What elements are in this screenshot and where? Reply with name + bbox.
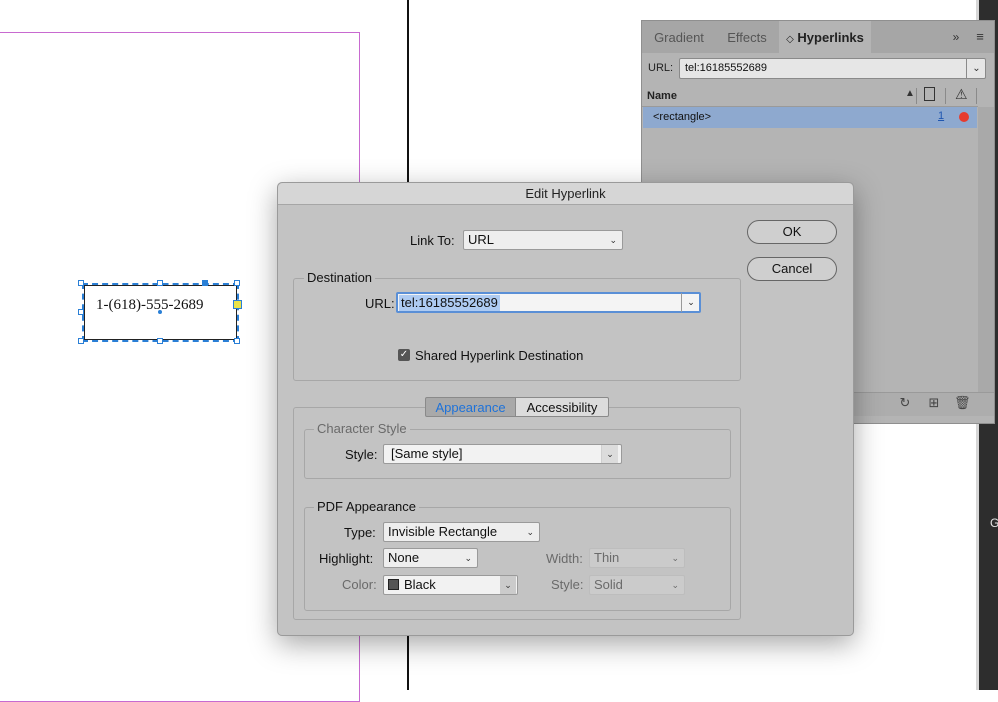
link-to-value: URL [468, 232, 495, 247]
frame-handle-left[interactable] [78, 309, 84, 315]
border-style-value: Solid [594, 577, 623, 592]
highlight-select[interactable]: None ⌄ [383, 548, 478, 568]
style-label: Style: [345, 447, 378, 462]
type-value: Invisible Rectangle [388, 524, 498, 539]
expand-panel-icon[interactable]: » [947, 28, 965, 46]
cancel-button[interactable]: Cancel [747, 257, 837, 281]
text-frame-out-port[interactable] [233, 300, 242, 309]
chevron-down-icon[interactable]: ⌄ [966, 58, 986, 79]
tab-hyperlinks-label: Hyperlinks [797, 30, 864, 45]
chevron-down-icon[interactable]: ⌄ [681, 293, 700, 312]
dialog-title: Edit Hyperlink [525, 186, 606, 201]
hyperlink-status-dot-icon [959, 112, 969, 122]
tab-accessibility[interactable]: Accessibility [515, 397, 609, 417]
character-style-value: [Same style] [391, 446, 463, 461]
tab-appearance[interactable]: Appearance [425, 397, 516, 417]
url-label: URL: [365, 296, 395, 311]
tab-collapse-icon: ◇ [786, 34, 794, 45]
border-style-label: Style: [551, 577, 584, 592]
new-hyperlink-icon[interactable]: ⊞ [926, 395, 942, 411]
panel-url-field[interactable]: tel:16185552689 [679, 58, 986, 79]
ok-button[interactable]: OK [747, 220, 837, 244]
chevron-down-icon: ⌄ [609, 235, 617, 245]
frame-center-point [158, 310, 162, 314]
chevron-down-icon: ⌄ [601, 445, 618, 463]
destination-group-title: Destination [304, 270, 376, 285]
frame-handle-bottom-left[interactable] [78, 338, 84, 344]
pdf-appearance-title: PDF Appearance [314, 499, 420, 514]
phone-number-text[interactable]: 1-(618)-555-2689 [96, 297, 203, 314]
width-select[interactable]: Thin ⌄ [589, 548, 685, 568]
strip-character: G [990, 516, 998, 530]
refresh-icon[interactable]: ↻ [897, 395, 913, 411]
shared-destination-label[interactable]: Shared Hyperlink Destination [415, 348, 583, 363]
character-style-select[interactable]: [Same style] ⌄ [383, 444, 622, 464]
color-value: Black [404, 577, 436, 592]
link-to-label: Link To: [410, 233, 455, 248]
chevron-down-icon: ⌄ [500, 576, 516, 594]
width-label: Width: [546, 551, 583, 566]
sort-ascending-icon[interactable]: ▲ [905, 88, 915, 99]
link-to-select[interactable]: URL ⌄ [463, 230, 623, 250]
column-divider [976, 88, 977, 104]
character-style-title: Character Style [314, 421, 410, 436]
frame-handle-top[interactable] [157, 280, 163, 286]
chevron-down-icon: ⌄ [526, 527, 534, 537]
url-input-selected-text[interactable]: tel:16185552689 [399, 295, 500, 311]
chevron-down-icon: ⌄ [671, 580, 679, 590]
panel-url-label: URL: [648, 62, 674, 74]
hyperlink-name: <rectangle> [653, 111, 712, 123]
color-swatch-icon [388, 579, 399, 590]
chevron-down-icon: ⌄ [464, 553, 472, 563]
tab-effects[interactable]: Effects [716, 21, 778, 53]
frame-handle-bottom[interactable] [157, 338, 163, 344]
page-column-icon[interactable] [924, 87, 935, 101]
status-warning-icon[interactable]: ⚠ [955, 86, 968, 103]
type-label: Type: [344, 525, 376, 540]
highlight-label: Highlight: [319, 551, 374, 566]
frame-handle-top-right[interactable] [234, 280, 240, 286]
color-label: Color: [342, 577, 377, 592]
name-column-header[interactable]: Name [647, 90, 677, 102]
panel-menu-icon[interactable]: ≡ [972, 28, 988, 46]
hyperlink-page-link[interactable]: 1 [938, 110, 944, 122]
border-style-select[interactable]: Solid ⌄ [589, 575, 685, 595]
type-select[interactable]: Invisible Rectangle ⌄ [383, 522, 540, 542]
highlight-value: None [388, 550, 420, 565]
trash-icon[interactable]: 🗑 [954, 395, 971, 411]
panel-scrollbar[interactable] [978, 107, 994, 397]
column-divider [945, 88, 946, 104]
content-grabber-handle[interactable] [202, 280, 208, 286]
frame-handle-bottom-right[interactable] [234, 338, 240, 344]
frame-handle-top-left[interactable] [78, 280, 84, 286]
color-select[interactable]: Black ⌄ [383, 575, 518, 595]
width-value: Thin [594, 550, 620, 565]
chevron-down-icon: ⌄ [671, 553, 679, 563]
tab-hyperlinks[interactable]: ◇ Hyperlinks [779, 21, 871, 53]
tab-gradient[interactable]: Gradient [644, 21, 714, 53]
shared-destination-checkbox[interactable]: ✓ [398, 349, 410, 361]
column-divider [916, 88, 917, 104]
